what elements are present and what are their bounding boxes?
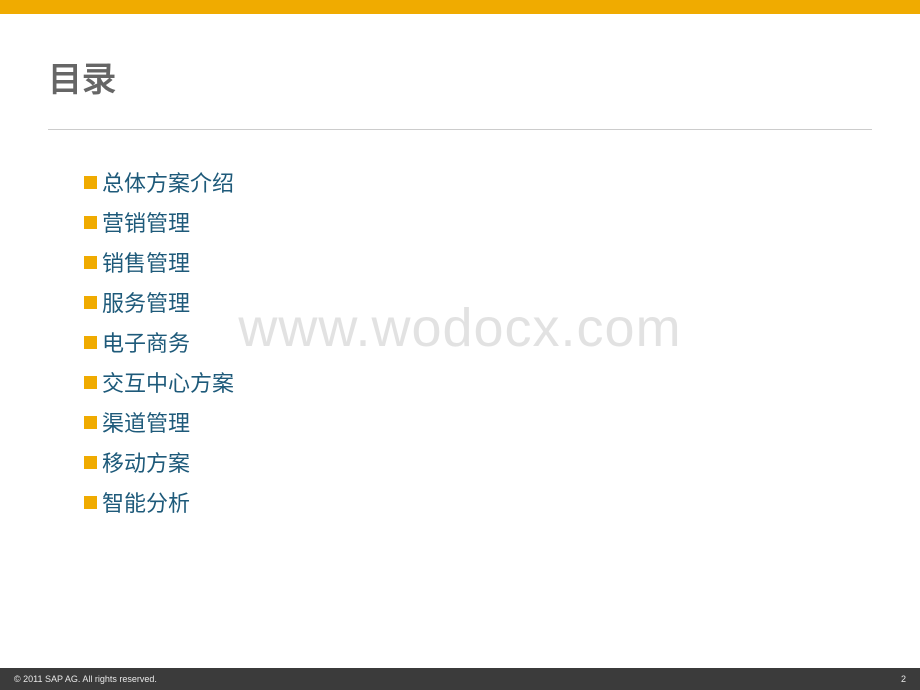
bullet-icon xyxy=(84,216,97,229)
bullet-icon xyxy=(84,416,97,429)
slide-content: 目录 总体方案介绍 营销管理 销售管理 服务管理 电子商务 交互中心方案 xyxy=(0,14,920,518)
bullet-icon xyxy=(84,296,97,309)
page-number: 2 xyxy=(901,674,906,684)
title-divider xyxy=(48,129,872,130)
page-title: 目录 xyxy=(48,52,872,101)
item-text: 营销管理 xyxy=(102,206,190,238)
bullet-icon xyxy=(84,376,97,389)
list-item: 交互中心方案 xyxy=(84,366,872,398)
item-text: 服务管理 xyxy=(102,286,190,318)
list-item: 总体方案介绍 xyxy=(84,166,872,198)
bullet-icon xyxy=(84,456,97,469)
item-text: 交互中心方案 xyxy=(102,366,234,398)
list-item: 渠道管理 xyxy=(84,406,872,438)
list-item: 电子商务 xyxy=(84,326,872,358)
bullet-icon xyxy=(84,336,97,349)
bullet-icon xyxy=(84,256,97,269)
item-text: 渠道管理 xyxy=(102,406,190,438)
item-text: 总体方案介绍 xyxy=(102,166,234,198)
copyright-text: © 2011 SAP AG. All rights reserved. xyxy=(14,674,157,684)
item-text: 销售管理 xyxy=(102,246,190,278)
bullet-icon xyxy=(84,496,97,509)
item-text: 电子商务 xyxy=(102,326,190,358)
toc-list: 总体方案介绍 营销管理 销售管理 服务管理 电子商务 交互中心方案 渠道管理 xyxy=(84,166,872,518)
list-item: 营销管理 xyxy=(84,206,872,238)
list-item: 智能分析 xyxy=(84,486,872,518)
bullet-icon xyxy=(84,176,97,189)
item-text: 移动方案 xyxy=(102,446,190,478)
list-item: 服务管理 xyxy=(84,286,872,318)
slide-footer: © 2011 SAP AG. All rights reserved. 2 xyxy=(0,668,920,690)
list-item: 销售管理 xyxy=(84,246,872,278)
list-item: 移动方案 xyxy=(84,446,872,478)
item-text: 智能分析 xyxy=(102,486,190,518)
top-accent-bar xyxy=(0,0,920,14)
